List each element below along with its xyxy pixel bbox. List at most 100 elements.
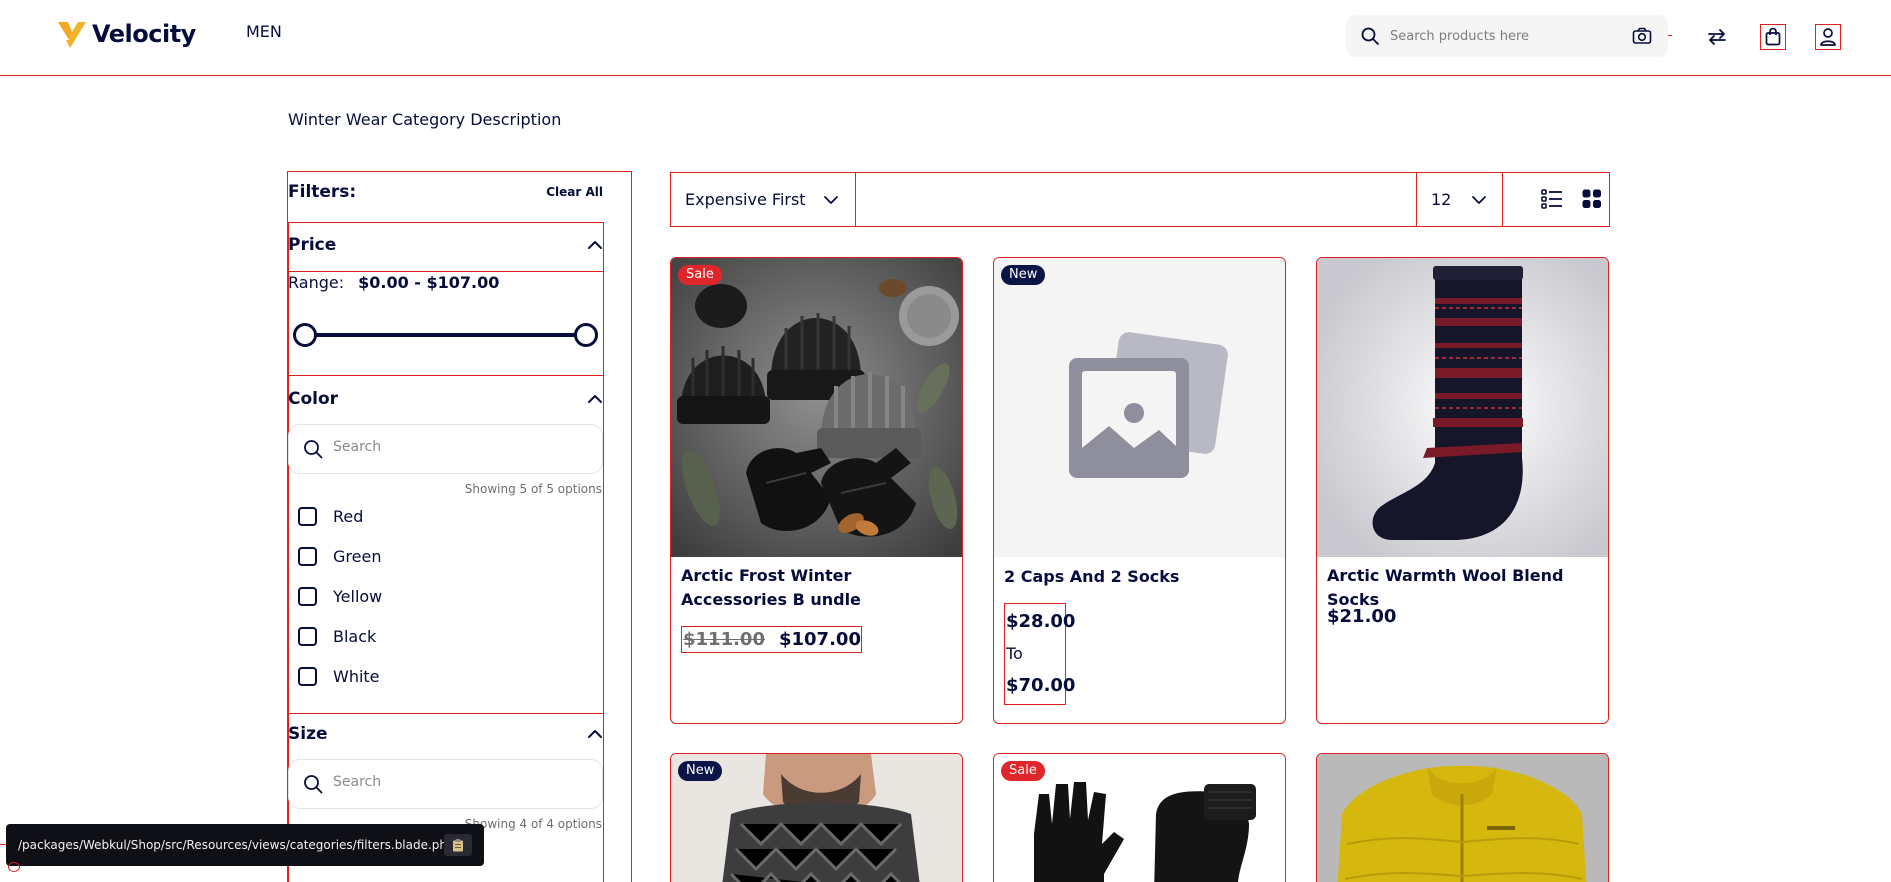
product-card[interactable]: New bbox=[670, 753, 963, 882]
product-image[interactable] bbox=[1317, 754, 1608, 882]
product-card[interactable]: Sale bbox=[993, 753, 1286, 882]
site-header: Velocity MEN bbox=[0, 0, 1891, 76]
price-slider-max-handle[interactable] bbox=[574, 323, 598, 347]
product-name[interactable]: 2 Caps And 2 Socks bbox=[1004, 565, 1279, 589]
checkbox[interactable] bbox=[298, 507, 317, 526]
placeholder-image-icon bbox=[1069, 332, 1228, 478]
brand-name: Velocity bbox=[92, 20, 196, 48]
size-search bbox=[288, 759, 603, 809]
size-filter-header[interactable]: Size bbox=[288, 724, 603, 744]
product-toolbar: Expensive First 12 bbox=[670, 172, 1610, 227]
wool-sock-image bbox=[1317, 258, 1608, 557]
size-filter-title: Size bbox=[288, 724, 328, 744]
product-name[interactable]: Arctic Frost Winter Accessories B undle bbox=[681, 564, 956, 612]
limit-dropdown[interactable]: 12 bbox=[1416, 173, 1503, 226]
product-card[interactable]: New 2 Caps And 2 Socks $28.00 To $70.00 bbox=[993, 257, 1286, 724]
account-button[interactable] bbox=[1815, 24, 1841, 50]
search-icon bbox=[304, 440, 323, 459]
original-price: $111.00 bbox=[683, 629, 765, 650]
color-search bbox=[288, 424, 603, 474]
price-from: $28.00 bbox=[1006, 611, 1076, 632]
product-image[interactable] bbox=[994, 258, 1285, 557]
option-label: Red bbox=[333, 507, 364, 526]
color-showing-count: Showing 5 of 5 options bbox=[464, 482, 602, 496]
price-slider-min-handle[interactable] bbox=[293, 323, 317, 347]
compare-button[interactable] bbox=[1704, 24, 1730, 50]
product-image[interactable] bbox=[1317, 258, 1608, 557]
product-name[interactable]: Arctic Warmth Wool Blend Socks bbox=[1327, 564, 1602, 612]
checkbox[interactable] bbox=[298, 667, 317, 686]
color-option-red[interactable]: Red bbox=[298, 507, 363, 526]
product-card[interactable] bbox=[1316, 753, 1609, 882]
filters-title: Filters: bbox=[288, 182, 357, 202]
price-range-value: $0.00 - $107.00 bbox=[358, 273, 500, 292]
search-icon bbox=[1361, 27, 1379, 45]
chevron-up-icon[interactable] bbox=[587, 394, 603, 404]
sort-dropdown[interactable]: Expensive First bbox=[671, 173, 856, 226]
price-filter-title: Price bbox=[288, 235, 337, 255]
template-path-tooltip: /packages/Webkul/Shop/src/Resources/view… bbox=[6, 824, 484, 866]
sale-badge: Sale bbox=[678, 265, 722, 285]
chevron-down-icon bbox=[824, 195, 838, 204]
color-search-input[interactable] bbox=[333, 439, 573, 455]
product-price-range: $28.00 To $70.00 bbox=[1004, 603, 1076, 705]
option-label: Green bbox=[333, 547, 382, 566]
new-badge: New bbox=[678, 761, 723, 781]
product-price: $21.00 bbox=[1327, 606, 1397, 627]
chevron-down-icon bbox=[1472, 195, 1486, 204]
logo-mark-icon bbox=[58, 22, 86, 48]
clear-all-button[interactable]: Clear All bbox=[546, 185, 603, 199]
sale-badge: Sale bbox=[1001, 761, 1045, 781]
limit-value: 12 bbox=[1431, 190, 1452, 209]
color-option-black[interactable]: Black bbox=[298, 627, 376, 646]
size-showing-count: Showing 4 of 4 options bbox=[464, 817, 602, 831]
chevron-up-icon[interactable] bbox=[587, 729, 603, 739]
account-icon bbox=[1820, 28, 1836, 46]
cart-icon bbox=[1765, 28, 1781, 46]
search-icon bbox=[304, 775, 323, 794]
option-label: Black bbox=[333, 627, 377, 646]
color-option-white[interactable]: White bbox=[298, 667, 380, 686]
camera-icon[interactable] bbox=[1632, 27, 1652, 45]
yellow-jacket-image bbox=[1317, 754, 1608, 882]
price-to: $70.00 bbox=[1006, 675, 1076, 696]
compare-icon bbox=[1708, 29, 1726, 45]
category-description: Winter Wear Category Description bbox=[288, 110, 562, 129]
product-card[interactable]: Arctic Warmth Wool Blend Socks $21.00 bbox=[1316, 257, 1609, 724]
brand-logo[interactable]: Velocity bbox=[56, 18, 196, 50]
search-input[interactable] bbox=[1390, 25, 1610, 47]
grid-view-icon[interactable] bbox=[1582, 189, 1602, 209]
checkbox[interactable] bbox=[298, 627, 317, 646]
checkbox[interactable] bbox=[298, 547, 317, 566]
chevron-up-icon[interactable] bbox=[587, 240, 603, 250]
new-badge: New bbox=[1001, 265, 1046, 285]
debug-marker bbox=[8, 862, 20, 872]
color-option-green[interactable]: Green bbox=[298, 547, 381, 566]
price-filter-header[interactable]: Price bbox=[288, 235, 603, 255]
color-option-yellow[interactable]: Yellow bbox=[298, 587, 382, 606]
price-range-label: Range: bbox=[288, 273, 345, 292]
cart-button[interactable] bbox=[1760, 24, 1786, 50]
filters-header: Filters: Clear All bbox=[288, 182, 603, 202]
option-label: White bbox=[333, 667, 380, 686]
clipboard-icon bbox=[453, 839, 463, 852]
copy-path-button[interactable] bbox=[444, 834, 472, 856]
sort-value: Expensive First bbox=[685, 190, 806, 209]
size-search-input[interactable] bbox=[333, 774, 573, 790]
winter-accessories-image bbox=[671, 258, 962, 557]
option-label: Yellow bbox=[333, 587, 383, 606]
checkbox[interactable] bbox=[298, 587, 317, 606]
price-to-label: To bbox=[1006, 644, 1023, 663]
price-slider-track[interactable] bbox=[302, 333, 587, 337]
filters-panel: Filters: Clear All Price Range: $0.00 - $… bbox=[287, 171, 632, 882]
product-price: $111.00 $107.00 bbox=[681, 626, 862, 653]
product-card[interactable]: Sale Arctic Frost Winter Accessories B u… bbox=[670, 257, 963, 724]
product-search bbox=[1346, 15, 1668, 57]
nav-link-men[interactable]: MEN bbox=[246, 22, 282, 41]
product-image[interactable] bbox=[671, 258, 962, 557]
list-view-icon[interactable] bbox=[1541, 188, 1563, 210]
color-filter-title: Color bbox=[288, 389, 339, 409]
color-filter-header[interactable]: Color bbox=[288, 389, 603, 409]
sale-price: $107.00 bbox=[778, 629, 861, 650]
price-range: Range: $0.00 - $107.00 bbox=[288, 273, 499, 292]
